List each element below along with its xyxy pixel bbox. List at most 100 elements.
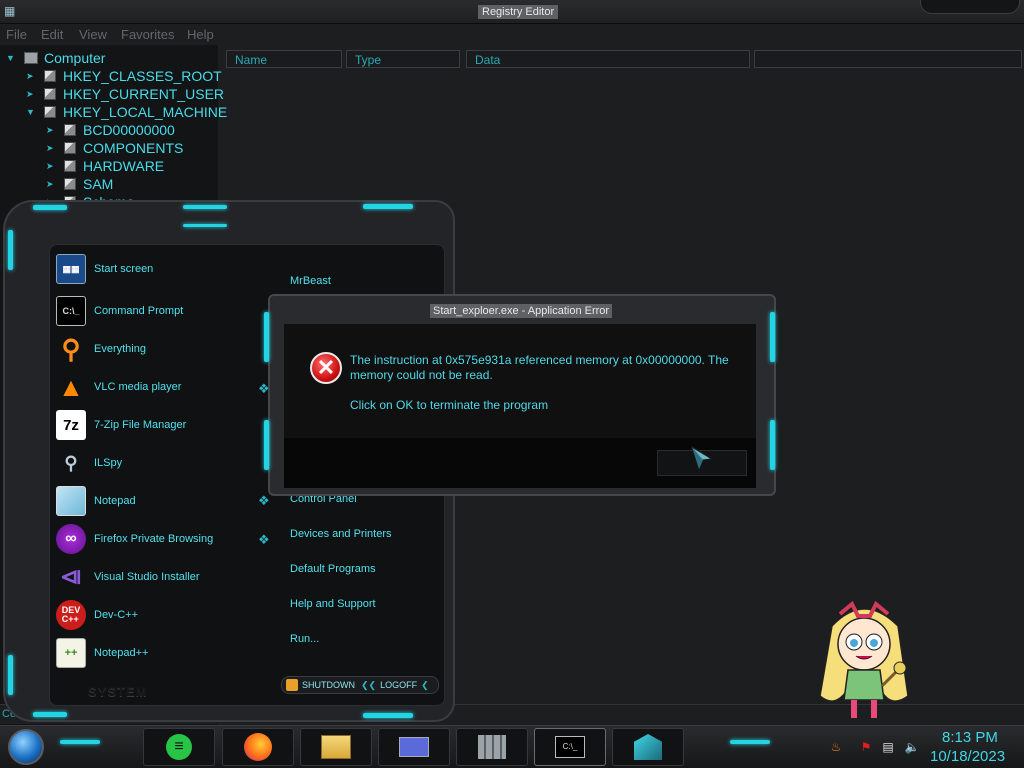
cmd-icon: C:\_ — [56, 296, 86, 326]
program-vlc[interactable]: ▲ VLC media player — [56, 369, 266, 405]
tree-node[interactable]: ➤ HKEY_CLASSES_ROOT — [26, 67, 222, 85]
taskbar-spotify[interactable]: ≡ — [143, 728, 215, 766]
expand-icon[interactable]: ➤ — [26, 89, 38, 100]
program-notepad[interactable]: Notepad — [56, 483, 266, 519]
submenu-arrow-icon[interactable]: ❖ — [258, 532, 270, 548]
firefox-private-icon: ∞ — [56, 524, 86, 554]
tree-node[interactable]: ➤ SAM — [46, 175, 113, 193]
tree-node[interactable]: ➤ COMPONENTS — [46, 139, 183, 157]
program-label: Notepad — [94, 495, 136, 507]
taskbar-registry-cubes[interactable] — [612, 728, 684, 766]
regedit-icon — [478, 735, 506, 759]
program-label: Visual Studio Installer — [94, 571, 200, 583]
tree-node[interactable]: ➤ HARDWARE — [46, 157, 164, 175]
tree-label: HKEY_CLASSES_ROOT — [63, 68, 222, 84]
java-update-icon[interactable]: ♨ — [828, 740, 844, 754]
volume-icon[interactable]: 🔈 — [904, 740, 920, 754]
menu-edit[interactable]: Edit — [41, 27, 63, 42]
tree-node-computer[interactable]: ▼ Computer — [6, 49, 105, 67]
menu-file[interactable]: File — [6, 27, 27, 42]
menu-view[interactable]: View — [79, 27, 107, 42]
neon-accent — [770, 420, 775, 470]
system-label: SYSTEM — [88, 684, 148, 699]
column-data[interactable]: Data — [466, 50, 750, 68]
program-label: 7-Zip File Manager — [94, 419, 187, 431]
expand-icon[interactable]: ➤ — [46, 143, 58, 154]
program-label: Firefox Private Browsing — [94, 533, 214, 545]
neon-accent — [264, 420, 269, 470]
power-icon — [286, 679, 298, 691]
tree-label: HKEY_CURRENT_USER — [63, 86, 225, 102]
clock-time[interactable]: 8:13 PM — [942, 729, 998, 746]
action-center-flag-icon[interactable]: ⚑ — [858, 740, 874, 754]
folder-icon — [64, 142, 76, 154]
vlc-icon: ▲ — [58, 371, 84, 402]
expand-icon[interactable]: ➤ — [46, 179, 58, 190]
clock-date[interactable]: 10/18/2023 — [930, 748, 1005, 765]
taskbar-file-explorer[interactable] — [300, 728, 372, 766]
devices-printers-link[interactable]: Devices and Printers — [290, 528, 392, 540]
program-7zip[interactable]: 7z 7-Zip File Manager — [56, 407, 266, 443]
error-message-line3: Click on OK to terminate the program — [350, 398, 549, 412]
default-programs-link[interactable]: Default Programs — [290, 563, 376, 575]
taskbar-cmd[interactable]: C:\_ — [534, 728, 606, 766]
error-message-line1: The instruction at 0x575e931a referenced… — [350, 353, 729, 367]
expand-icon[interactable]: ➤ — [46, 161, 58, 172]
list-header: Name Type Data — [224, 50, 1024, 70]
program-label: Notepad++ — [94, 647, 149, 659]
neon-accent — [8, 655, 13, 695]
program-vs-installer[interactable]: ⧏ Visual Studio Installer — [56, 559, 266, 595]
program-ilspy[interactable]: ⚲ ILSpy — [56, 445, 266, 481]
collapse-icon[interactable]: ▼ — [6, 53, 18, 63]
program-start-screen[interactable]: ▦▦ Start screen — [56, 251, 266, 287]
network-icon[interactable]: ▤ — [880, 740, 896, 754]
tree-label: HKEY_LOCAL_MACHINE — [63, 104, 228, 120]
user-link[interactable]: MrBeast — [290, 275, 331, 287]
magnifier-icon: ⚲ — [61, 333, 81, 364]
error-message-line2: memory could not be read. — [350, 368, 493, 382]
menu-bar: File Edit View Favorites Help — [0, 25, 1024, 45]
cmd-icon: C:\_ — [555, 736, 585, 758]
program-devcpp[interactable]: DEV C++ Dev-C++ — [56, 597, 266, 633]
program-label: Dev-C++ — [94, 609, 139, 621]
neon-accent — [770, 312, 775, 362]
tree-label: SAM — [83, 176, 114, 192]
taskbar-regedit[interactable] — [456, 728, 528, 766]
expand-icon[interactable]: ➤ — [46, 125, 58, 136]
neon-accent — [183, 205, 227, 209]
logoff-button[interactable]: LOGOFF — [380, 680, 417, 690]
run-link[interactable]: Run... — [290, 633, 319, 645]
help-support-link[interactable]: Help and Support — [290, 598, 376, 610]
program-command-prompt[interactable]: C:\_ Command Prompt — [56, 293, 266, 329]
spotify-icon: ≡ — [166, 734, 192, 760]
taskbar-firefox[interactable] — [222, 728, 294, 766]
tree-node[interactable]: ➤ BCD00000000 — [46, 121, 175, 139]
file-explorer-icon — [321, 735, 351, 759]
column-type[interactable]: Type — [346, 50, 460, 68]
dialog-title: Start_exploer.exe - Application Error — [430, 304, 613, 318]
error-icon: ✕ — [310, 352, 342, 384]
tree-node[interactable]: ➤ HKEY_CURRENT_USER — [26, 85, 224, 103]
program-notepadpp[interactable]: ++ Notepad++ — [56, 635, 266, 671]
taskbar-app[interactable] — [378, 728, 450, 766]
column-name[interactable]: Name — [226, 50, 342, 68]
start-orb-button[interactable] — [8, 729, 44, 765]
notepad-icon — [56, 486, 86, 516]
menu-help[interactable]: Help — [187, 27, 214, 42]
folder-icon — [64, 124, 76, 136]
title-bar[interactable]: ▦ Registry Editor — [0, 0, 1024, 24]
shutdown-button[interactable]: SHUTDOWN — [302, 680, 355, 690]
expand-icon[interactable]: ➤ — [26, 71, 38, 82]
start-screen-icon: ▦▦ — [56, 254, 86, 284]
tree-label: Computer — [44, 50, 106, 66]
tree-node[interactable]: ▼ HKEY_LOCAL_MACHINE — [26, 103, 227, 121]
menu-favorites[interactable]: Favorites — [121, 27, 174, 42]
neon-accent — [33, 205, 67, 210]
registry-cubes-icon — [634, 734, 662, 760]
collapse-icon[interactable]: ▼ — [26, 107, 38, 117]
program-firefox-private[interactable]: ∞ Firefox Private Browsing — [56, 521, 266, 557]
program-everything[interactable]: ⚲ Everything — [56, 331, 266, 367]
window-controls[interactable] — [920, 0, 1020, 14]
submenu-arrow-icon[interactable]: ❖ — [258, 493, 270, 509]
computer-icon — [24, 52, 38, 64]
